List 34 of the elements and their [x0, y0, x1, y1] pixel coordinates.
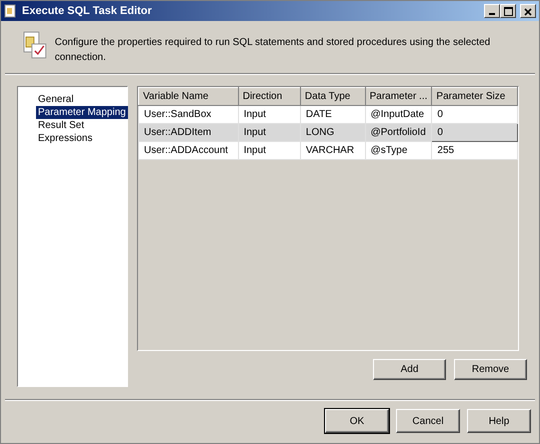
sidebar-item[interactable]: Expressions	[36, 132, 94, 145]
header-description: Configure the properties required to run SQL statements and stored procedures using the selected connection.	[54, 36, 492, 65]
close-icon	[524, 8, 532, 16]
table-cell[interactable]: LONG	[300, 124, 366, 142]
window-title: Execute SQL Task Editor	[22, 4, 152, 19]
table-cell[interactable]: Input	[238, 142, 300, 160]
maximize-icon	[504, 7, 512, 16]
remove-button[interactable]: Remove	[454, 359, 527, 380]
table-cell[interactable]: User::ADDAccount	[138, 142, 238, 160]
sidebar-item[interactable]: Parameter Mapping	[36, 106, 128, 119]
column-header[interactable]: Variable Name	[138, 88, 238, 106]
document-check-icon	[23, 31, 47, 59]
minimize-button[interactable]	[484, 4, 500, 18]
sidebar-item[interactable]: General	[36, 93, 76, 106]
table-cell[interactable]: @sType	[365, 142, 432, 160]
column-header[interactable]: Data Type	[300, 88, 366, 106]
cancel-button[interactable]: Cancel	[396, 409, 460, 433]
column-header[interactable]: Parameter ...	[365, 88, 432, 106]
sidebar-item[interactable]: Result Set	[36, 119, 86, 132]
add-button[interactable]: Add	[373, 359, 446, 380]
maximize-button[interactable]	[500, 4, 516, 18]
table-cell[interactable]: 255	[432, 142, 518, 160]
close-button[interactable]	[520, 4, 536, 18]
column-header[interactable]: Parameter Size	[432, 88, 518, 106]
table-cell[interactable]: User::ADDItem	[138, 124, 238, 142]
table-cell[interactable]: Input	[238, 124, 300, 142]
table-cell[interactable]: @PortfolioId	[365, 124, 432, 142]
ok-button[interactable]: OK	[325, 409, 389, 433]
table-cell[interactable]: VARCHAR	[300, 142, 366, 160]
app-icon	[4, 4, 18, 18]
column-header[interactable]: Direction	[238, 88, 300, 106]
table-cell[interactable]: 0	[432, 124, 518, 142]
help-button[interactable]: Help	[467, 409, 531, 433]
minimize-icon	[489, 13, 495, 15]
